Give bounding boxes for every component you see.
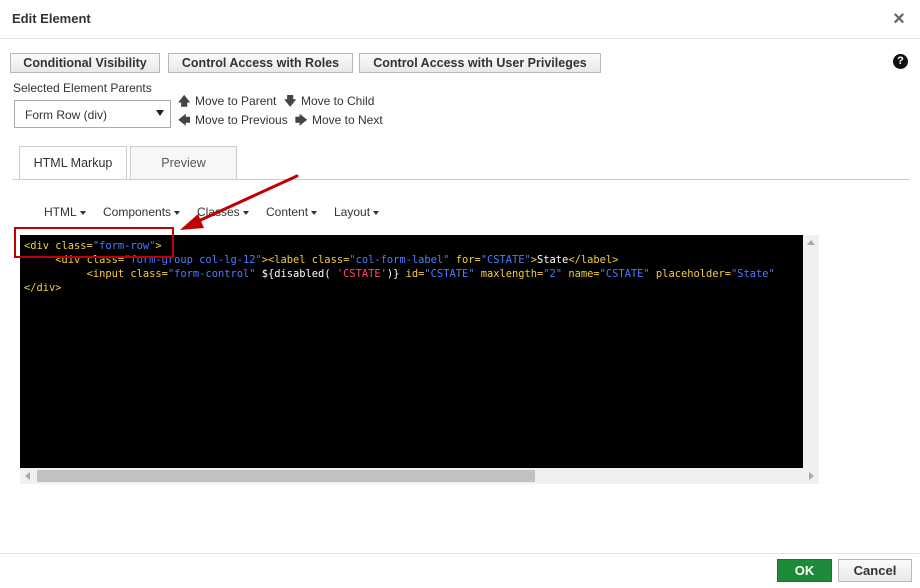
menu-components-label: Components bbox=[103, 205, 172, 219]
annotation-highlight-box bbox=[14, 227, 174, 258]
move-to-parent-label: Move to Parent bbox=[195, 94, 277, 108]
tabs-divider bbox=[12, 179, 910, 180]
code-line-3: <input class="form-control" ${disabled( … bbox=[86, 268, 775, 280]
help-icon[interactable]: ? bbox=[893, 54, 908, 69]
cancel-button[interactable]: Cancel bbox=[838, 559, 912, 582]
move-to-child-link[interactable]: 🡇 Move to Child bbox=[284, 92, 374, 113]
menu-html-label: HTML bbox=[44, 205, 77, 219]
arrow-left-icon: 🡄 bbox=[178, 113, 191, 127]
conditional-visibility-button[interactable]: Conditional Visibility bbox=[10, 53, 160, 73]
move-to-next-link[interactable]: 🡆 Move to Next bbox=[295, 111, 383, 132]
control-access-roles-button[interactable]: Control Access with Roles bbox=[168, 53, 353, 73]
scroll-left-icon[interactable] bbox=[25, 472, 30, 480]
dialog-header: Edit Element × bbox=[0, 0, 920, 39]
menu-layout[interactable]: Layout bbox=[334, 205, 380, 219]
arrow-down-icon: 🡇 bbox=[284, 94, 297, 108]
close-icon[interactable]: × bbox=[890, 9, 908, 29]
horizontal-scroll-thumb[interactable] bbox=[37, 470, 535, 482]
parents-label: Selected Element Parents bbox=[13, 81, 152, 95]
dropdown-arrow-icon bbox=[156, 110, 164, 116]
parents-select[interactable]: Form Row (div) bbox=[14, 100, 171, 128]
move-to-child-label: Move to Child bbox=[301, 94, 375, 108]
control-access-privileges-button[interactable]: Control Access with User Privileges bbox=[359, 53, 601, 73]
menu-components[interactable]: Components bbox=[103, 205, 181, 219]
caret-down-icon bbox=[311, 210, 318, 215]
move-to-parent-link[interactable]: 🡅 Move to Parent bbox=[178, 92, 276, 113]
caret-down-icon bbox=[79, 210, 86, 215]
move-to-previous-link[interactable]: 🡄 Move to Previous bbox=[178, 111, 288, 132]
menu-layout-label: Layout bbox=[334, 205, 371, 219]
arrow-right-icon: 🡆 bbox=[295, 113, 308, 127]
tab-html-markup[interactable]: HTML Markup bbox=[19, 146, 127, 180]
scroll-up-icon[interactable] bbox=[807, 240, 815, 245]
caret-down-icon bbox=[373, 210, 380, 215]
dialog-title: Edit Element bbox=[12, 11, 91, 26]
scroll-right-icon[interactable] bbox=[809, 472, 814, 480]
horizontal-scrollbar[interactable] bbox=[20, 468, 819, 484]
vertical-scrollbar[interactable] bbox=[803, 235, 819, 468]
arrow-up-icon: 🡅 bbox=[178, 94, 191, 108]
menu-html[interactable]: HTML bbox=[44, 205, 86, 219]
move-to-previous-label: Move to Previous bbox=[195, 113, 288, 127]
ok-button[interactable]: OK bbox=[777, 559, 832, 582]
code-editor[interactable]: <div class="form-row"> <div class="form-… bbox=[20, 235, 803, 468]
code-line-4: </div> bbox=[24, 282, 62, 294]
parents-select-value: Form Row (div) bbox=[25, 108, 108, 122]
annotation-arrow-icon bbox=[180, 174, 299, 230]
code-editor-frame: <div class="form-row"> <div class="form-… bbox=[20, 235, 819, 484]
move-to-next-label: Move to Next bbox=[312, 113, 383, 127]
